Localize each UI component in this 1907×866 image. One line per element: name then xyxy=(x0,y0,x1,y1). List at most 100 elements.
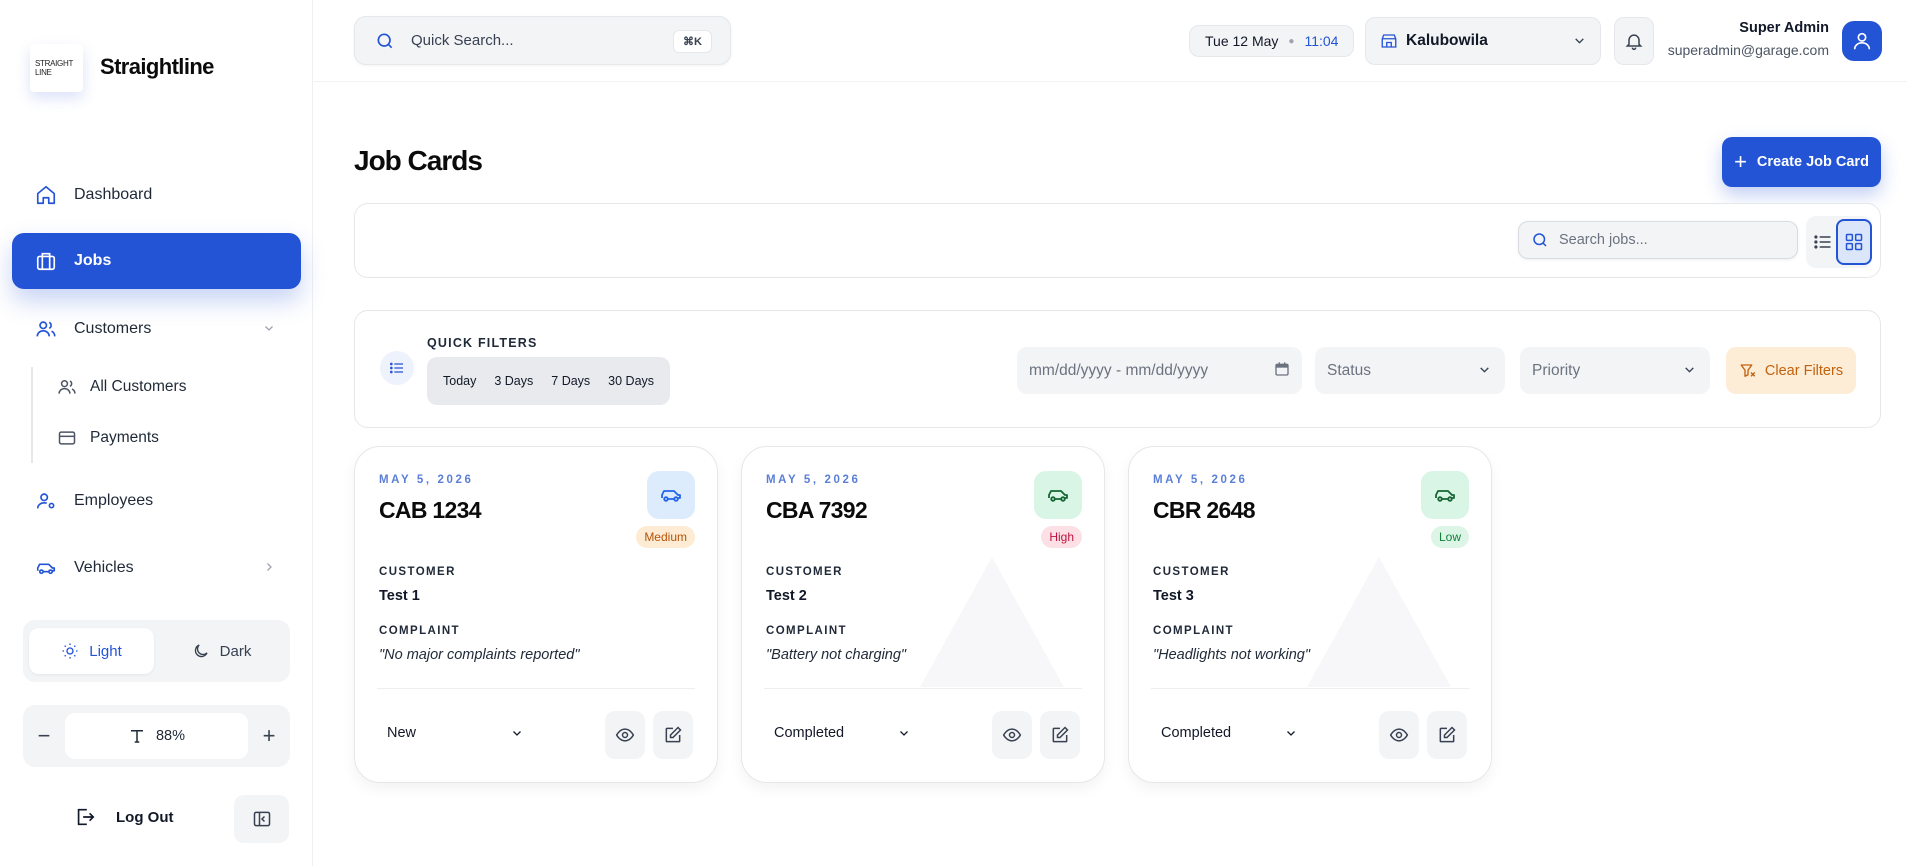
quick-filter-7-days[interactable]: 7 Days xyxy=(542,357,599,405)
job-card[interactable]: MAY 5, 2026 CBR 2648 Low CUSTOMER Test 3… xyxy=(1128,446,1492,783)
sidebar: STRAIGHT LINE Straightline Dashboard Job… xyxy=(0,0,313,866)
job-search-input[interactable] xyxy=(1559,232,1779,248)
grid-icon xyxy=(1844,232,1864,252)
view-job-button[interactable] xyxy=(992,711,1032,759)
theme-dark-label: Dark xyxy=(219,642,252,660)
date-range-input[interactable]: mm/dd/yyyy - mm/dd/yyyy xyxy=(1017,347,1302,394)
job-status-select[interactable]: Completed xyxy=(1153,715,1303,751)
list-view-button[interactable] xyxy=(1810,226,1836,258)
search-shortcut-badge: ⌘K xyxy=(673,30,712,53)
priority-filter-value: Priority xyxy=(1532,361,1581,379)
logout-button[interactable]: Log Out xyxy=(74,806,173,828)
moon-icon xyxy=(192,642,210,660)
chevron-right-icon xyxy=(263,560,275,578)
zoom-value: 88% xyxy=(155,728,186,744)
status-filter-select[interactable]: Status xyxy=(1315,347,1505,394)
view-job-button[interactable] xyxy=(605,711,645,759)
complaint-text: "No major complaints reported" xyxy=(379,647,580,663)
credit-card-icon xyxy=(56,427,78,449)
brand-name: Straightline xyxy=(100,54,214,79)
vehicle-badge xyxy=(647,471,695,519)
job-card[interactable]: MAY 5, 2026 CBA 7392 High CUSTOMER Test … xyxy=(741,446,1105,783)
card-decoration xyxy=(1307,557,1451,687)
customer-name: Test 2 xyxy=(766,588,807,604)
clear-filters-button[interactable]: Clear Filters xyxy=(1726,347,1856,394)
sidebar-item-dashboard[interactable]: Dashboard xyxy=(12,167,301,223)
card-divider xyxy=(764,688,1082,689)
car-icon xyxy=(659,483,683,507)
eye-icon xyxy=(1389,725,1409,745)
submenu-divider xyxy=(31,367,33,463)
create-job-card-label: Create Job Card xyxy=(1756,154,1869,170)
clear-filters-label: Clear Filters xyxy=(1764,362,1844,379)
theme-light-button[interactable]: Light xyxy=(29,628,154,674)
theme-switcher: Light Dark xyxy=(23,620,290,682)
complaint-text: "Headlights not working" xyxy=(1153,647,1310,663)
priority-badge: Low xyxy=(1430,526,1469,548)
bell-icon xyxy=(1624,31,1644,51)
job-status-select[interactable]: Completed xyxy=(766,715,916,751)
view-mode-toggle xyxy=(1806,216,1872,268)
notifications-button[interactable] xyxy=(1614,17,1654,65)
separator-dot: ● xyxy=(1288,35,1295,47)
sidebar-item-label: Employees xyxy=(74,492,154,509)
customer-label: CUSTOMER xyxy=(766,566,843,578)
zoom-in-button[interactable]: + xyxy=(254,721,284,751)
edit-job-button[interactable] xyxy=(1427,711,1467,759)
users-icon xyxy=(56,376,78,398)
job-status-select[interactable]: New xyxy=(379,715,529,751)
text-zoom-control: − 88% + xyxy=(23,705,290,767)
sidebar-item-all-customers[interactable]: All Customers xyxy=(56,372,186,402)
chevron-down-icon xyxy=(1478,363,1491,376)
quick-filter-3-days[interactable]: 3 Days xyxy=(485,357,542,405)
filter-panel: QUICK FILTERS Today 3 Days 7 Days 30 Day… xyxy=(354,310,1881,428)
priority-filter-select[interactable]: Priority xyxy=(1520,347,1710,394)
quick-search-input[interactable] xyxy=(411,32,661,49)
briefcase-icon xyxy=(34,249,58,273)
zoom-out-button[interactable]: − xyxy=(29,721,59,751)
search-icon xyxy=(1531,231,1549,249)
vehicle-plate: CBR 2648 xyxy=(1153,497,1255,523)
sidebar-item-label: Vehicles xyxy=(74,559,134,576)
quick-search[interactable]: ⌘K xyxy=(354,16,731,65)
edit-job-button[interactable] xyxy=(1040,711,1080,759)
view-job-button[interactable] xyxy=(1379,711,1419,759)
car-icon xyxy=(1046,483,1070,507)
date-range-placeholder: mm/dd/yyyy - mm/dd/yyyy xyxy=(1029,361,1209,379)
theme-dark-button[interactable]: Dark xyxy=(159,628,284,674)
sidebar-item-vehicles[interactable]: Vehicles xyxy=(12,540,301,596)
job-card[interactable]: MAY 5, 2026 CAB 1234 Medium CUSTOMER Tes… xyxy=(354,446,718,783)
text-size-icon xyxy=(128,727,146,745)
car-icon xyxy=(34,556,58,580)
sidebar-sub-label: Payments xyxy=(90,429,159,446)
card-decoration xyxy=(920,557,1064,687)
sidebar-item-label: Jobs xyxy=(74,252,112,269)
create-job-card-button[interactable]: + Create Job Card xyxy=(1722,137,1881,187)
branch-selector[interactable]: Kalubowila xyxy=(1365,17,1601,65)
chevron-down-icon xyxy=(898,727,910,739)
user-avatar[interactable] xyxy=(1842,21,1882,61)
edit-icon xyxy=(1050,725,1070,745)
home-icon xyxy=(34,183,58,207)
user-icon xyxy=(1851,30,1873,52)
sidebar-item-employees[interactable]: Employees xyxy=(12,473,301,529)
complaint-label: COMPLAINT xyxy=(766,625,847,637)
edit-icon xyxy=(1437,725,1457,745)
collapse-sidebar-button[interactable] xyxy=(234,795,289,843)
search-icon xyxy=(375,31,395,51)
sidebar-item-jobs[interactable]: Jobs xyxy=(12,233,301,289)
customer-name: Test 1 xyxy=(379,588,420,604)
edit-job-button[interactable] xyxy=(653,711,693,759)
sidebar-item-payments[interactable]: Payments xyxy=(56,423,159,453)
job-search[interactable] xyxy=(1518,221,1798,259)
chevron-down-icon xyxy=(1573,34,1586,47)
quick-filter-30-days[interactable]: 30 Days xyxy=(599,357,663,405)
grid-view-button[interactable] xyxy=(1836,219,1872,265)
quick-filter-group: Today 3 Days 7 Days 30 Days xyxy=(427,357,671,405)
quick-filter-today[interactable]: Today xyxy=(434,357,485,405)
user-email: superadmin@garage.com xyxy=(1667,42,1829,58)
calendar-icon xyxy=(1274,361,1290,377)
job-status-value: Completed xyxy=(1161,725,1232,741)
card-divider xyxy=(377,688,695,689)
sidebar-item-customers[interactable]: Customers xyxy=(12,301,301,357)
